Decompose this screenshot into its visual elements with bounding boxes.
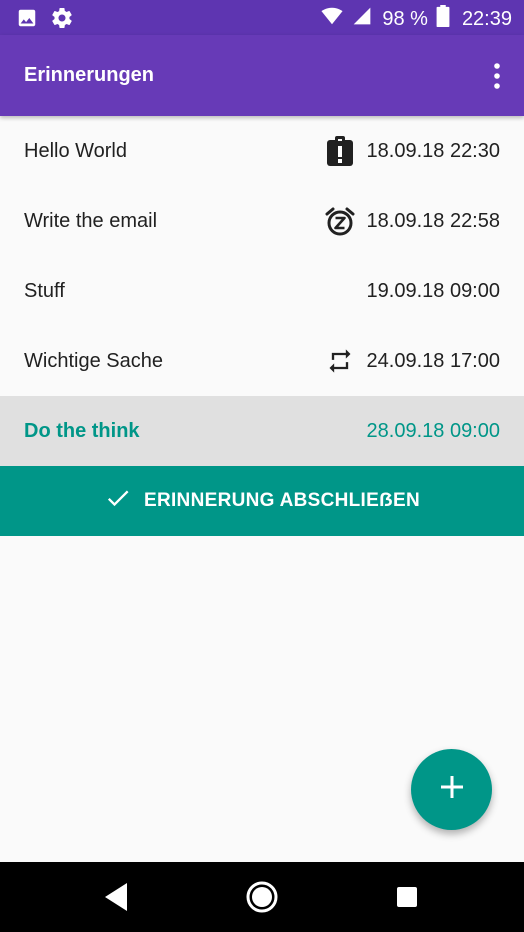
- complete-reminder-label: ERINNERUNG ABSCHLIEẞEN: [143, 490, 420, 511]
- list-item[interactable]: Hello World 18.09.18 22:30: [0, 116, 524, 186]
- list-item[interactable]: Write the email 18.09.18 22:58: [0, 186, 524, 256]
- snooze-alarm-icon: [325, 206, 355, 236]
- reminder-date: 24.09.18 17:00: [366, 349, 500, 372]
- reminder-title: Hello World: [24, 139, 127, 162]
- complete-reminder-button[interactable]: ERINNERUNG ABSCHLIEẞEN: [0, 466, 524, 536]
- reminder-title: Stuff: [24, 279, 65, 302]
- page-title: Erinnerungen: [24, 64, 155, 86]
- list-item[interactable]: Wichtige Sache 24.09.18 17:00: [0, 326, 524, 396]
- wifi-icon: [320, 5, 344, 33]
- image-icon: [16, 7, 38, 34]
- app-bar: Erinnerungen: [0, 35, 524, 116]
- plus-icon: [440, 775, 464, 804]
- reminder-title: Wichtige Sache: [24, 349, 163, 372]
- more-vert-icon[interactable]: [492, 63, 502, 89]
- reminder-date: 18.09.18 22:58: [366, 209, 500, 232]
- reminder-date: 28.09.18 09:00: [366, 419, 500, 442]
- battery-percentage: 98 %: [382, 7, 428, 30]
- recents-icon[interactable]: [391, 881, 423, 913]
- list-item-selected[interactable]: Do the think 28.09.18 09:00: [0, 396, 524, 466]
- repeat-icon: [325, 346, 355, 376]
- list-item[interactable]: Stuff 19.09.18 09:00: [0, 256, 524, 326]
- signal-icon: [352, 6, 372, 32]
- reminder-list: Hello World 18.09.18 22:30 Write the ema…: [0, 116, 524, 466]
- clipboard-alert-icon: [325, 136, 355, 166]
- reminder-title: Write the email: [24, 209, 158, 232]
- check-icon: [104, 484, 132, 518]
- gear-icon: [50, 6, 74, 35]
- add-reminder-button[interactable]: [411, 749, 492, 830]
- battery-icon: [436, 5, 450, 33]
- reminder-date: 19.09.18 09:00: [366, 279, 500, 302]
- navigation-bar: [0, 862, 524, 932]
- clock: 22:39: [461, 7, 512, 30]
- status-bar: 98 % 22:39: [0, 0, 524, 35]
- home-icon[interactable]: [246, 881, 278, 913]
- reminder-date: 18.09.18 22:30: [366, 139, 500, 162]
- reminder-title: Do the think: [24, 419, 140, 442]
- back-icon[interactable]: [100, 881, 132, 913]
